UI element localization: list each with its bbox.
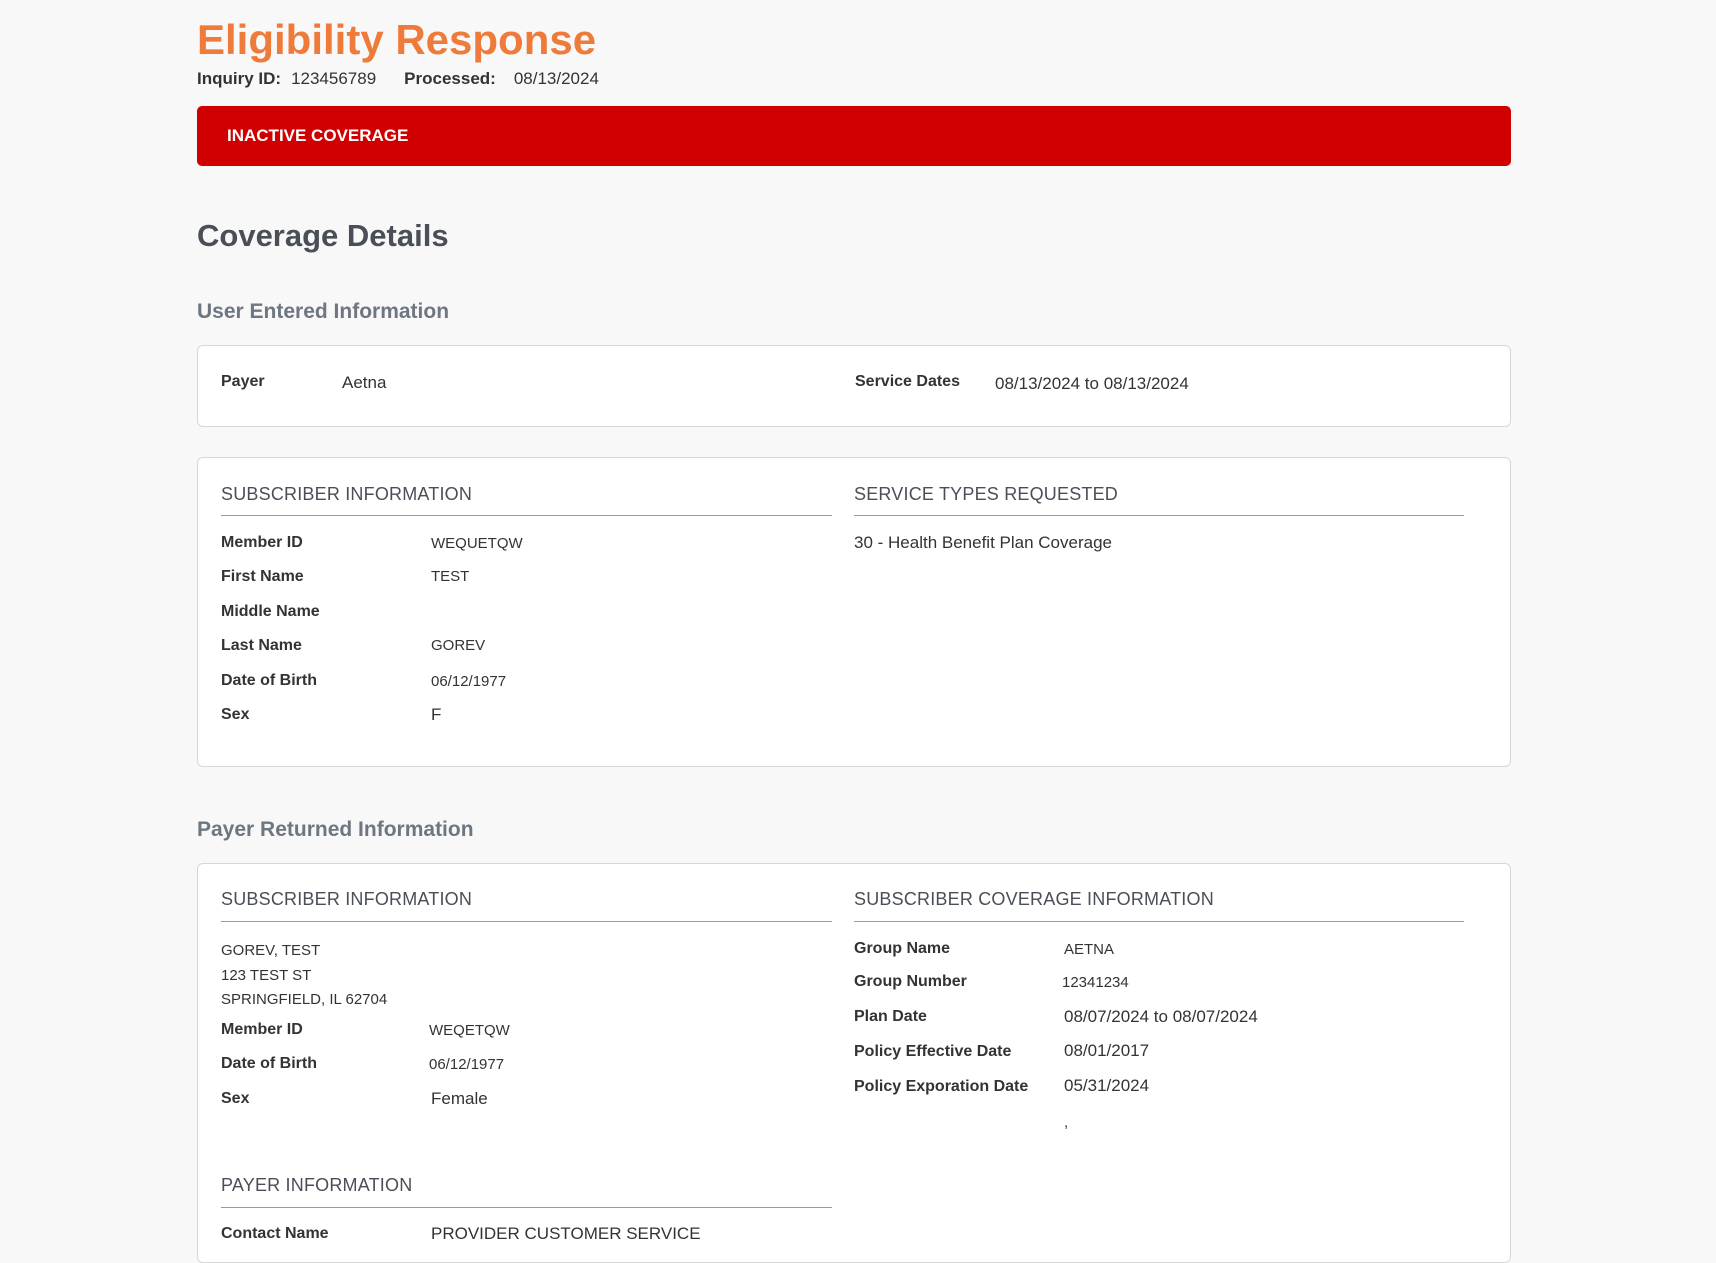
section-divider bbox=[221, 921, 832, 922]
policy-expiration-label: Policy Exporation Date bbox=[854, 1078, 1029, 1095]
trailing-comma: , bbox=[1064, 1114, 1069, 1131]
group-name-value: AETNA bbox=[1064, 941, 1115, 958]
service-types-heading: SERVICE TYPES REQUESTED bbox=[854, 484, 1119, 504]
section-divider bbox=[221, 515, 832, 516]
subscriber-info-heading: SUBSCRIBER INFORMATION bbox=[221, 484, 473, 504]
payer-value: Aetna bbox=[342, 373, 387, 392]
middle-name-label: Middle Name bbox=[221, 603, 320, 620]
processed-value: 08/13/2024 bbox=[513, 69, 599, 88]
service-dates-value: 08/13/2024 to 08/13/2024 bbox=[995, 374, 1189, 393]
group-number-value: 12341234 bbox=[1062, 974, 1129, 991]
payer-label: Payer bbox=[221, 373, 265, 390]
returned-sex-label: Sex bbox=[221, 1090, 250, 1107]
address-line-street: 123 TEST ST bbox=[221, 967, 312, 984]
service-type-item: 30 - Health Benefit Plan Coverage bbox=[854, 533, 1112, 552]
last-name-label: Last Name bbox=[221, 637, 302, 654]
sex-label: Sex bbox=[221, 706, 250, 723]
policy-effective-value: 08/01/2017 bbox=[1064, 1041, 1150, 1060]
inquiry-id-value: 123456789 bbox=[291, 69, 377, 88]
section-divider bbox=[854, 921, 1464, 922]
inquiry-meta: Inquiry ID: 123456789 Processed: 08/13/2024 bbox=[197, 69, 599, 89]
returned-dob-value: 06/12/1977 bbox=[429, 1056, 505, 1073]
contact-name-value: PROVIDER CUSTOMER SERVICE bbox=[431, 1224, 701, 1243]
service-dates-label: Service Dates bbox=[855, 373, 960, 390]
contact-name-label: Contact Name bbox=[221, 1225, 329, 1242]
last-name-value: GOREV bbox=[431, 637, 486, 654]
coverage-status-banner: INACTIVE COVERAGE bbox=[197, 106, 1511, 166]
member-id-label: Member ID bbox=[221, 534, 303, 551]
sex-value: F bbox=[431, 705, 442, 724]
payer-returned-card: SUBSCRIBER INFORMATION GOREV, TEST 123 T… bbox=[197, 863, 1511, 1263]
returned-dob-label: Date of Birth bbox=[221, 1055, 317, 1072]
inquiry-id-label: Inquiry ID: bbox=[197, 69, 282, 88]
group-number-label: Group Number bbox=[854, 973, 967, 990]
plan-date-label: Plan Date bbox=[854, 1008, 927, 1025]
user-entered-title: User Entered Information bbox=[197, 300, 450, 323]
group-name-label: Group Name bbox=[854, 940, 951, 957]
coverage-details-title: Coverage Details bbox=[197, 218, 449, 253]
first-name-label: First Name bbox=[221, 568, 304, 585]
policy-expiration-value: 05/31/2024 bbox=[1064, 1076, 1150, 1095]
returned-member-id-label: Member ID bbox=[221, 1021, 303, 1038]
returned-subscriber-heading: SUBSCRIBER INFORMATION bbox=[221, 889, 473, 909]
policy-effective-label: Policy Effective Date bbox=[854, 1043, 1012, 1060]
coverage-info-heading: SUBSCRIBER COVERAGE INFORMATION bbox=[854, 889, 1214, 909]
section-divider bbox=[854, 515, 1464, 516]
page-title: Eligibility Response bbox=[197, 16, 597, 63]
processed-label: Processed: bbox=[404, 69, 496, 88]
returned-member-id-value: WEQETQW bbox=[429, 1022, 510, 1039]
address-line-name: GOREV, TEST bbox=[221, 942, 321, 959]
first-name-value: TEST bbox=[431, 568, 470, 585]
user-subscriber-card: SUBSCRIBER INFORMATION Member ID WEQUETQ… bbox=[197, 457, 1511, 767]
address-line-city: SPRINGFIELD, IL 62704 bbox=[221, 991, 388, 1008]
payer-service-card: Payer Aetna Service Dates 08/13/2024 to … bbox=[197, 345, 1511, 427]
returned-sex-value: Female bbox=[431, 1089, 488, 1108]
section-divider bbox=[221, 1207, 832, 1208]
page: { "header": { "title": "Eligibility Resp… bbox=[0, 0, 1716, 1263]
payer-info-heading: PAYER INFORMATION bbox=[221, 1175, 413, 1195]
dob-value: 06/12/1977 bbox=[431, 673, 507, 690]
payer-returned-title: Payer Returned Information bbox=[197, 818, 474, 841]
plan-date-value: 08/07/2024 to 08/07/2024 bbox=[1064, 1007, 1258, 1026]
dob-label: Date of Birth bbox=[221, 672, 317, 689]
member-id-value: WEQUETQW bbox=[431, 535, 523, 552]
